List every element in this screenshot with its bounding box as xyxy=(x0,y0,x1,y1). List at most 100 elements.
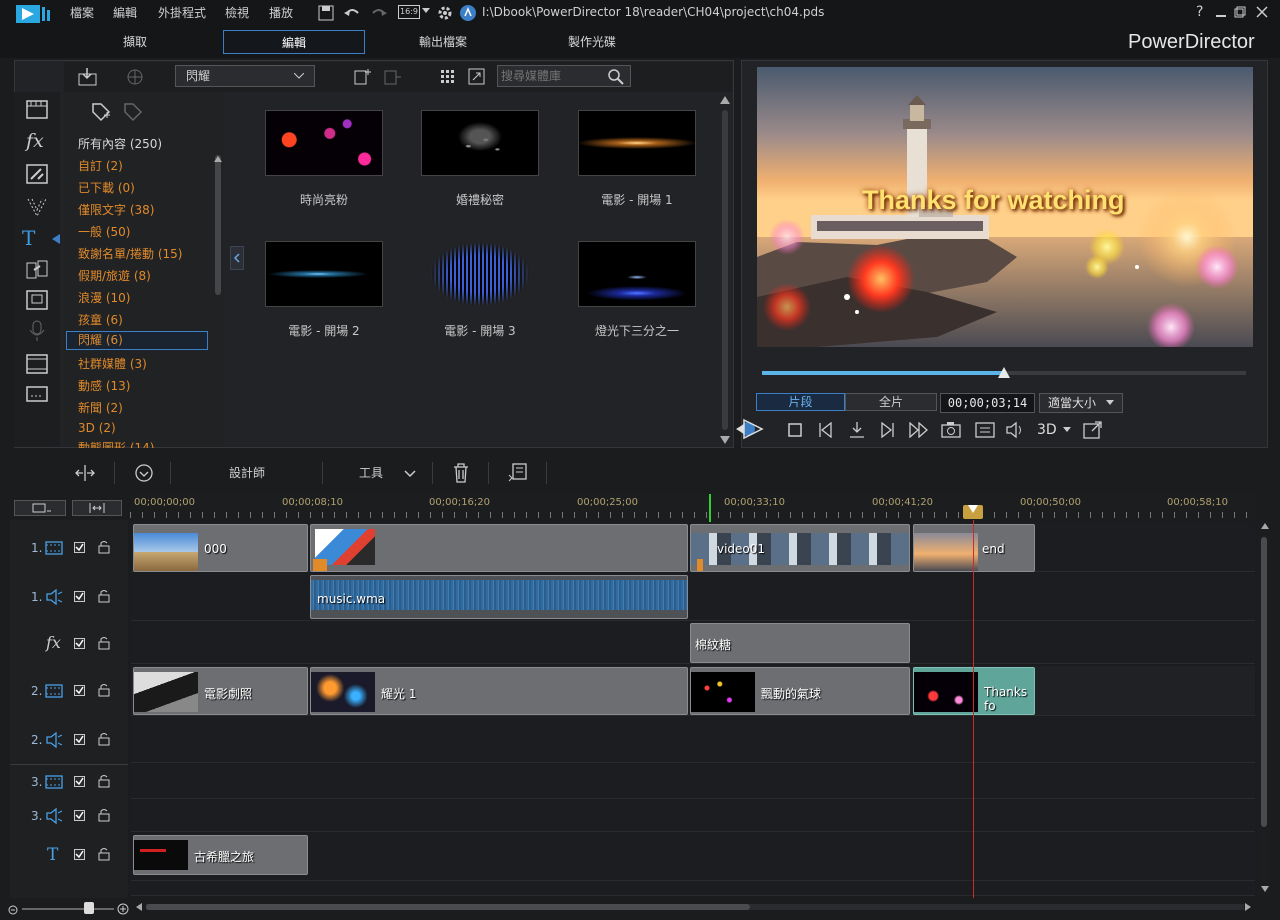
subtitle-room-icon[interactable] xyxy=(26,290,48,310)
gear-icon[interactable] xyxy=(436,4,454,22)
fit-timeline-button[interactable] xyxy=(72,500,122,516)
help-icon[interactable]: ? xyxy=(1196,4,1203,20)
close-icon[interactable] xyxy=(1256,6,1268,18)
lock-icon[interactable] xyxy=(98,636,110,650)
category-item[interactable]: 假期/旅遊 (8) xyxy=(78,267,151,284)
insert-icon[interactable] xyxy=(384,68,402,86)
category-item-selected[interactable]: 閃耀 (6) xyxy=(66,331,208,350)
3d-mode-button[interactable]: 3D xyxy=(1037,422,1057,438)
timeline-clip-selected[interactable]: Thanks fo xyxy=(913,667,1035,715)
movie-mode-button[interactable]: 全片 xyxy=(845,393,937,411)
menu-file[interactable]: 檔案 xyxy=(70,4,94,21)
chevron-down-icon[interactable] xyxy=(422,8,430,14)
menu-view[interactable]: 檢視 xyxy=(225,4,249,21)
lock-icon[interactable] xyxy=(98,732,110,746)
download-content-icon[interactable] xyxy=(126,68,144,86)
minimize-icon[interactable] xyxy=(1215,6,1227,18)
voiceover-room-icon[interactable] xyxy=(28,320,46,342)
search-icon[interactable] xyxy=(608,69,624,85)
timeline-clip[interactable]: 飄動的氣球 xyxy=(690,667,910,715)
category-item[interactable]: 已下載 (0) xyxy=(78,179,135,196)
tag-add-icon[interactable] xyxy=(90,101,112,123)
zoom-out-icon[interactable] xyxy=(8,905,18,915)
volume-icon[interactable] xyxy=(1005,421,1025,439)
category-item[interactable]: 所有內容 (250) xyxy=(78,135,162,152)
scroll-left-icon[interactable] xyxy=(136,903,142,911)
category-item[interactable]: 動態圖形 (14) xyxy=(78,442,154,448)
track-enable-checkbox[interactable] xyxy=(74,638,85,649)
chevron-down-icon[interactable] xyxy=(1063,427,1071,433)
scroll-right-icon[interactable] xyxy=(1245,903,1251,911)
scroll-up-icon[interactable] xyxy=(214,156,222,162)
designer-button[interactable]: 設計師 xyxy=(229,464,265,481)
timeline-clip[interactable]: 電影劇照 xyxy=(133,667,308,715)
track-enable-checkbox[interactable] xyxy=(74,810,85,821)
template-thumbnail[interactable] xyxy=(578,241,696,307)
library-scrollbar[interactable] xyxy=(722,110,728,430)
pip-room-icon[interactable] xyxy=(26,164,48,184)
effect-clip[interactable]: 棉紋糖 xyxy=(690,623,910,663)
particle-room-icon[interactable] xyxy=(26,196,48,218)
next-frame-icon[interactable] xyxy=(848,421,866,439)
track-enable-checkbox[interactable] xyxy=(74,776,85,787)
audio-clip[interactable]: music.wma xyxy=(310,575,688,619)
aspect-ratio-selector[interactable]: 16:9 xyxy=(398,5,420,19)
track-manager-button[interactable] xyxy=(14,500,66,516)
caption-room-icon[interactable] xyxy=(26,386,48,402)
tab-edit[interactable]: 編輯 xyxy=(223,30,365,54)
step-forward-icon[interactable] xyxy=(879,422,895,438)
transition-room-icon[interactable] xyxy=(26,260,48,280)
template-thumbnail[interactable] xyxy=(421,241,539,307)
category-item[interactable]: 孩童 (6) xyxy=(78,311,123,328)
category-item[interactable]: 社群媒體 (3) xyxy=(78,355,147,372)
title-clip[interactable]: 古希臘之旅 xyxy=(133,835,308,875)
template-thumbnail[interactable] xyxy=(265,110,383,176)
category-scrollbar[interactable] xyxy=(215,155,221,295)
scroll-down-icon[interactable] xyxy=(1261,886,1269,892)
track-enable-checkbox[interactable] xyxy=(74,734,85,745)
timeline-horizontal-scrollbar[interactable] xyxy=(146,904,1244,910)
previous-frame-icon[interactable] xyxy=(818,422,834,438)
scrubber-handle-icon[interactable] xyxy=(998,367,1010,379)
timeline-clip[interactable]: end xyxy=(913,524,1035,572)
play-icon[interactable] xyxy=(734,418,774,440)
timecode-display[interactable]: 00;00;03;14 xyxy=(940,393,1035,413)
lock-icon[interactable] xyxy=(98,589,110,603)
category-item[interactable]: 一般 (50) xyxy=(78,223,130,240)
scroll-up-icon[interactable] xyxy=(1261,523,1269,529)
grid-view-icon[interactable] xyxy=(440,69,456,85)
media-room-icon[interactable] xyxy=(26,100,48,120)
title-room-icon[interactable]: T xyxy=(22,226,35,250)
category-item[interactable]: 僅限文字 (38) xyxy=(78,201,154,218)
lock-icon[interactable] xyxy=(98,774,110,788)
collapse-panel-button[interactable] xyxy=(230,246,244,270)
category-item[interactable]: 浪漫 (10) xyxy=(78,289,130,306)
category-item[interactable]: 自訂 (2) xyxy=(78,157,123,174)
produce-range-icon[interactable] xyxy=(508,463,528,483)
redo-icon[interactable] xyxy=(370,5,388,21)
scroll-down-icon[interactable] xyxy=(720,436,730,444)
chevron-down-icon[interactable] xyxy=(404,470,416,478)
track-enable-checkbox[interactable] xyxy=(74,685,85,696)
tab-create-disc[interactable]: 製作光碟 xyxy=(532,30,652,54)
category-item[interactable]: 動感 (13) xyxy=(78,377,130,394)
template-thumbnail[interactable] xyxy=(578,110,696,176)
delete-icon[interactable] xyxy=(452,463,470,483)
restore-icon[interactable] xyxy=(1234,6,1246,18)
save-icon[interactable] xyxy=(318,5,334,21)
zoom-in-icon[interactable] xyxy=(117,903,129,915)
timeline-vertical-scrollbar[interactable] xyxy=(1258,521,1270,897)
zoom-slider[interactable] xyxy=(22,908,114,910)
split-tool-icon[interactable] xyxy=(74,464,96,482)
menu-plugins[interactable]: 外掛程式 xyxy=(158,4,206,21)
lock-icon[interactable] xyxy=(98,808,110,822)
notification-icon[interactable] xyxy=(460,5,476,21)
scroll-up-icon[interactable] xyxy=(720,96,730,104)
fix-enhance-icon[interactable] xyxy=(134,463,154,483)
undo-icon[interactable] xyxy=(343,5,361,21)
track-enable-checkbox[interactable] xyxy=(74,591,85,602)
clip-mode-button[interactable]: 片段 xyxy=(756,393,845,411)
category-item[interactable]: 新聞 (2) xyxy=(78,399,123,416)
snapshot-icon[interactable] xyxy=(941,422,961,438)
template-thumbnail[interactable] xyxy=(421,110,539,176)
